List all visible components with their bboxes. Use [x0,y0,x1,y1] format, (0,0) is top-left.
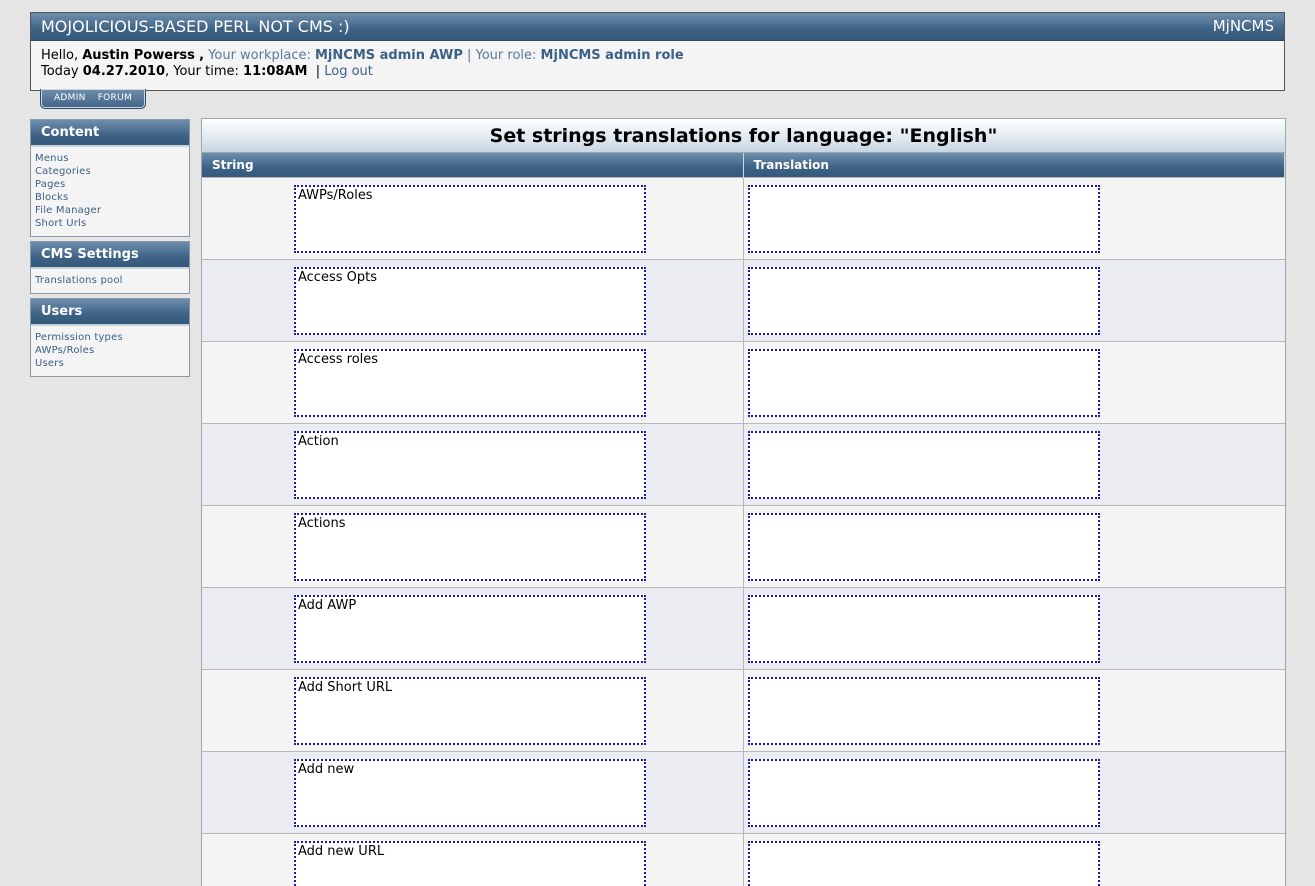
role-value: MjNCMS admin role [541,48,684,63]
string-field[interactable]: Add AWP [294,595,646,663]
role-label: Your role: [476,48,537,63]
workplace-label: Your workplace: [208,48,311,63]
page-title: Set strings translations for language: "… [202,119,1285,153]
table-row: Access Opts [202,260,1285,342]
sidebar-item-translations-pool[interactable]: Translations pool [35,274,185,287]
sidebar-item-short-urls[interactable]: Short Urls [35,217,185,230]
table-row: Add Short URL [202,670,1285,752]
translation-field[interactable] [748,677,1100,745]
page-header: MOJOLICIOUS-BASED PERL NOT CMS :) MjNCMS… [30,12,1285,91]
sidebar-item-blocks[interactable]: Blocks [35,191,185,204]
username: Austin Powerss [82,48,195,63]
sidebar-item-menus[interactable]: Menus [35,152,185,165]
string-field[interactable]: AWPs/Roles [294,185,646,253]
sidebar-item-file-manager[interactable]: File Manager [35,204,185,217]
translations-table: String Translation AWPs/Roles Access Opt… [202,153,1285,886]
table-row: AWPs/Roles [202,178,1285,260]
translation-field[interactable] [748,513,1100,581]
tab-admin[interactable]: ADMIN [54,93,86,103]
workplace-value: MjNCMS admin AWP [315,48,463,63]
sidebar-item-awps-roles[interactable]: AWPs/Roles [35,344,185,357]
translation-field[interactable] [748,759,1100,827]
string-field[interactable]: Access Opts [294,267,646,335]
hello-label: Hello, [41,48,78,63]
tab-forum[interactable]: FORUM [98,93,132,103]
sidebar-heading: Content [31,120,189,147]
translation-field[interactable] [748,185,1100,253]
sidebar-block-users: Users Permission types AWPs/Roles Users [30,298,190,377]
table-row: Add AWP [202,588,1285,670]
site-title: MOJOLICIOUS-BASED PERL NOT CMS :) [41,17,350,36]
translation-field[interactable] [748,841,1100,886]
logout-link[interactable]: Log out [324,64,373,79]
separator: | [316,64,320,79]
translation-field[interactable] [748,349,1100,417]
sidebar-item-categories[interactable]: Categories [35,165,185,178]
string-field[interactable]: Actions [294,513,646,581]
string-field[interactable]: Action [294,431,646,499]
sidebar-item-permission-types[interactable]: Permission types [35,331,185,344]
username-suffix: , [199,48,204,63]
site-title-bar: MOJOLICIOUS-BASED PERL NOT CMS :) MjNCMS [31,13,1284,41]
time-value: 11:08AM [243,64,307,79]
separator: | [467,48,471,63]
column-header-translation: Translation [743,153,1285,178]
translation-field[interactable] [748,431,1100,499]
string-field[interactable]: Access roles [294,349,646,417]
sidebar: Content Menus Categories Pages Blocks Fi… [30,119,190,381]
sidebar-item-users[interactable]: Users [35,357,185,370]
string-field[interactable]: Add new [294,759,646,827]
sidebar-block-cms-settings: CMS Settings Translations pool [30,241,190,294]
sidebar-item-pages[interactable]: Pages [35,178,185,191]
translation-field[interactable] [748,267,1100,335]
string-field[interactable]: Add new URL [294,841,646,886]
main-content: Set strings translations for language: "… [201,118,1286,886]
string-field[interactable]: Add Short URL [294,677,646,745]
sidebar-block-content: Content Menus Categories Pages Blocks Fi… [30,119,190,237]
translation-field[interactable] [748,595,1100,663]
date-value: 04.27.2010 [83,64,165,79]
today-label: Today [41,64,79,79]
user-info: Hello, Austin Powerss , Your workplace: … [31,41,1284,80]
section-tabs: ADMIN FORUM [40,89,146,109]
sidebar-heading: Users [31,299,189,326]
brand-name: MjNCMS [1213,13,1274,40]
time-label: , Your time: [165,64,239,79]
table-row: Access roles [202,342,1285,424]
table-row: Action [202,424,1285,506]
table-row: Add new [202,752,1285,834]
table-row: Actions [202,506,1285,588]
sidebar-heading: CMS Settings [31,242,189,269]
table-row: Add new URL [202,834,1285,886]
column-header-string: String [202,153,743,178]
